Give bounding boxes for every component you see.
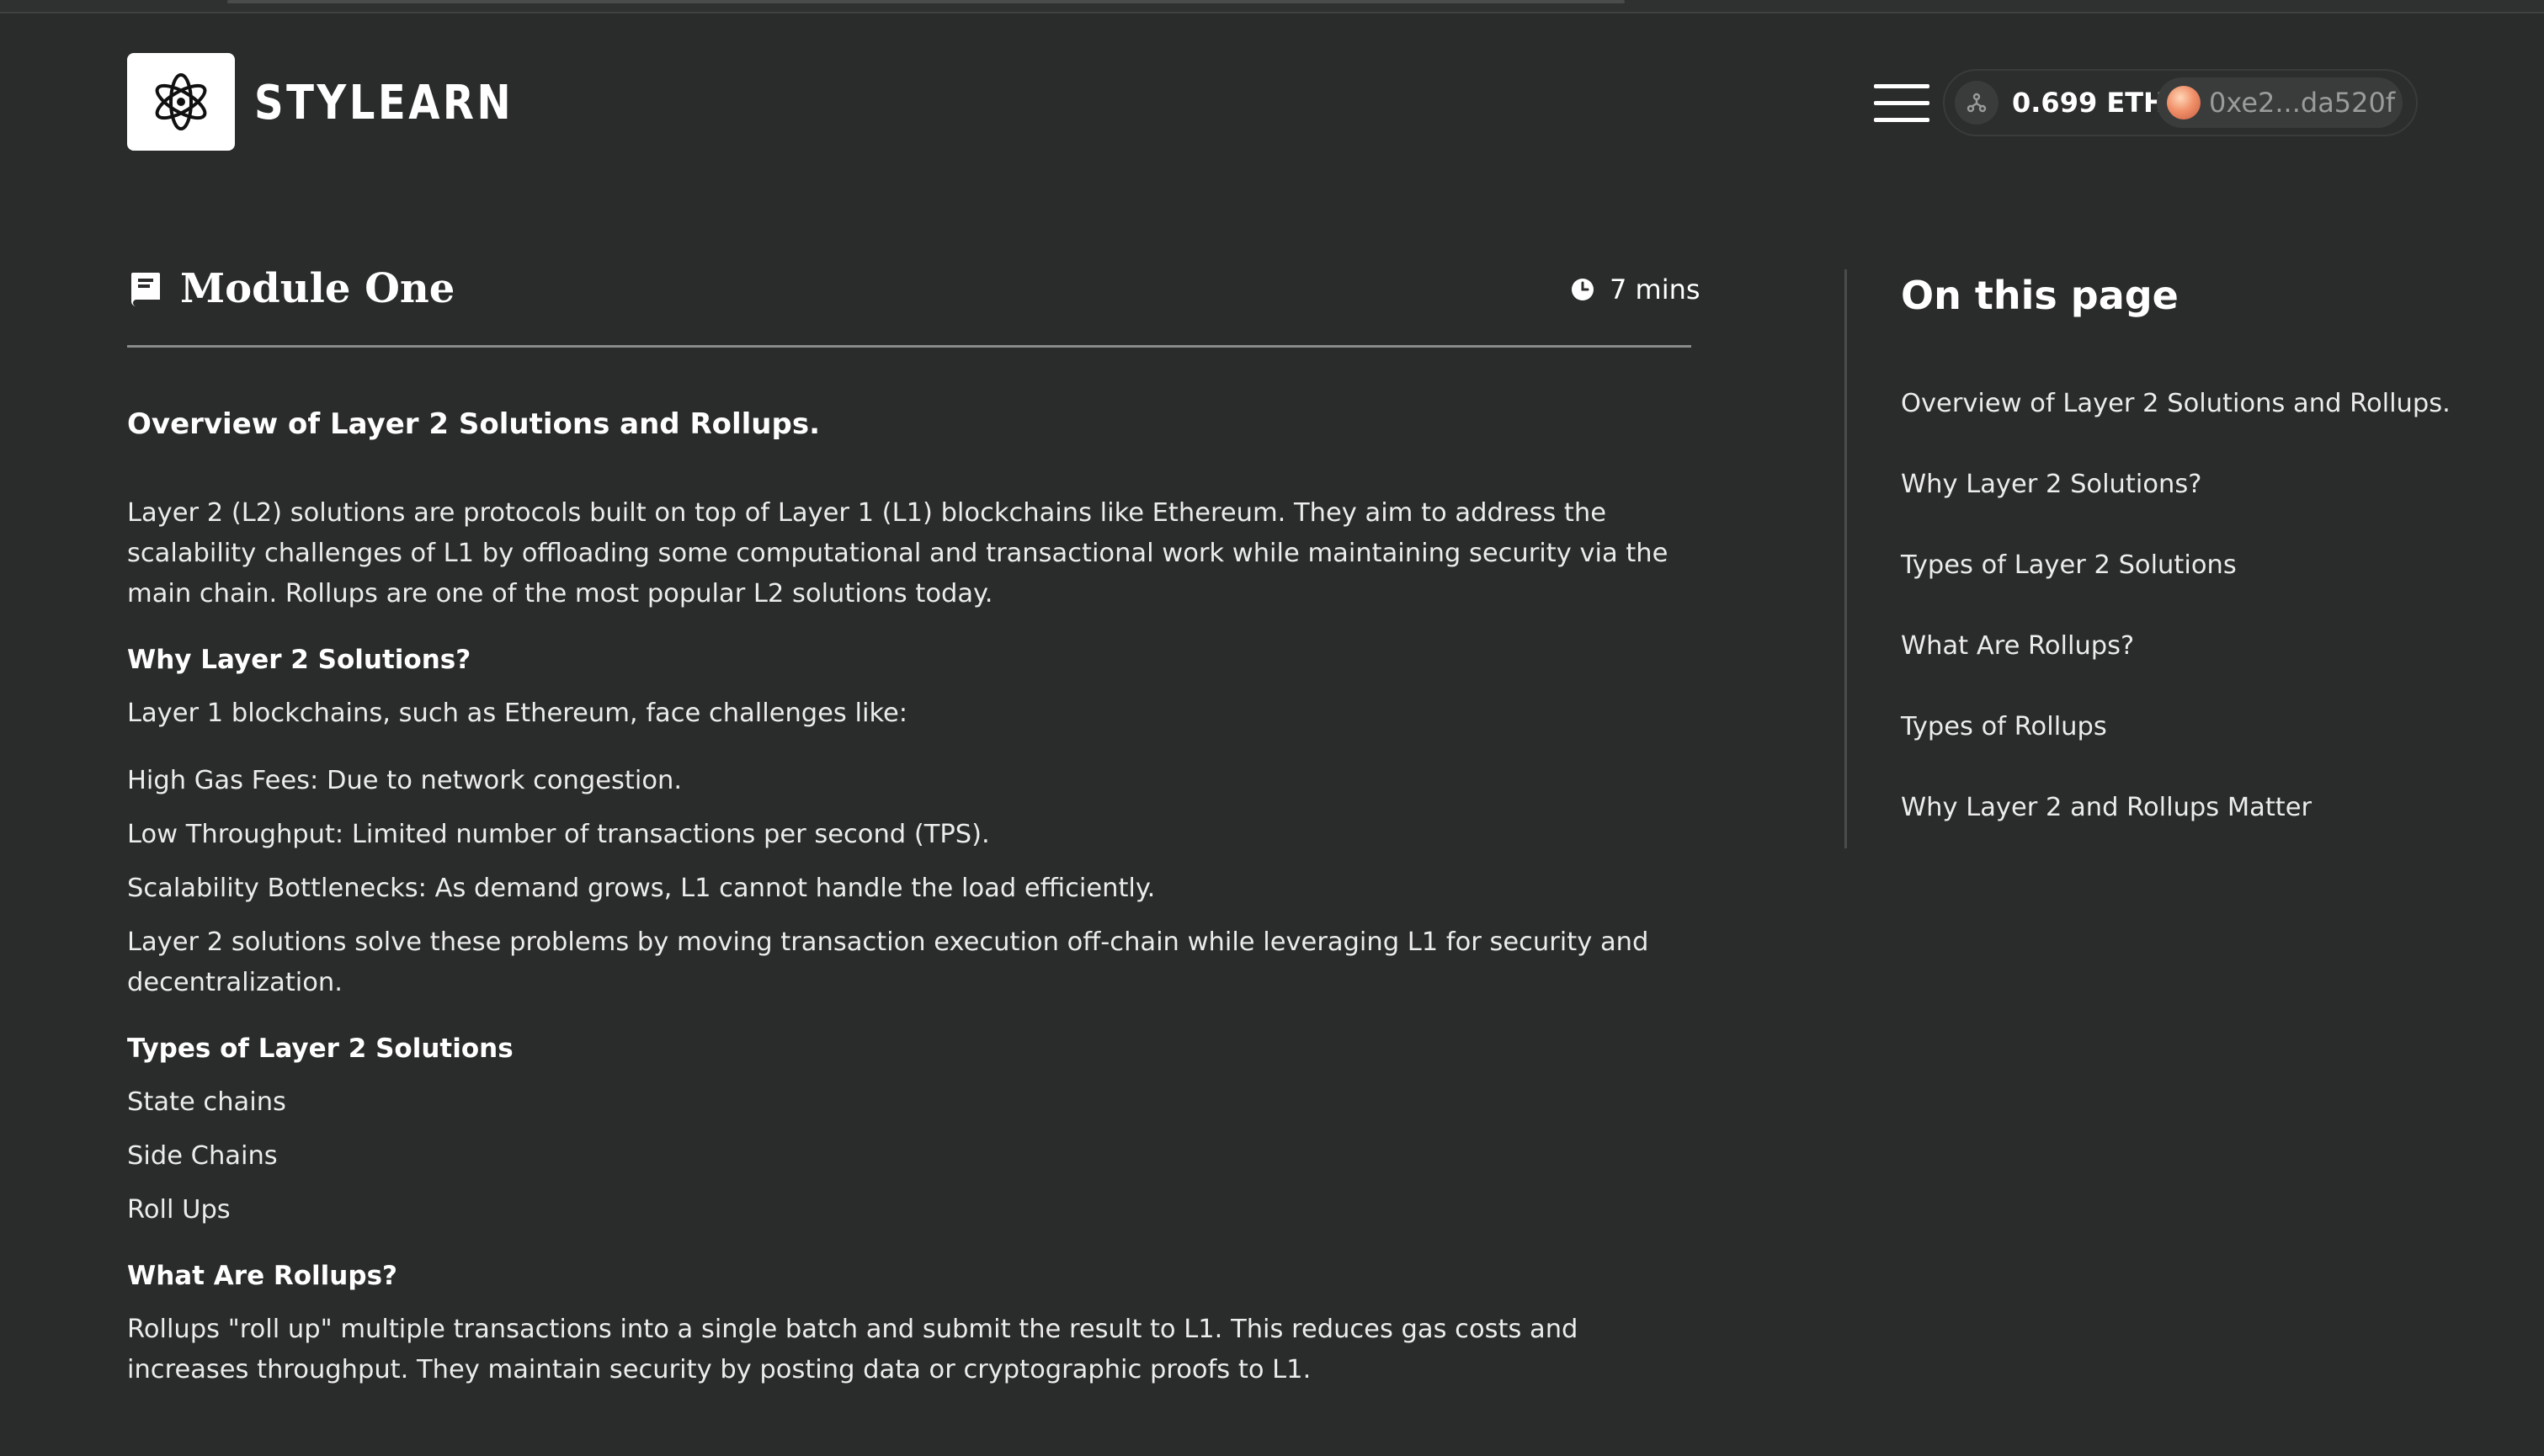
avatar [2167, 86, 2201, 120]
challenge-item: Scalability Bottlenecks: As demand grows… [127, 874, 1156, 903]
toc-item-what-are-rollups[interactable]: What Are Rollups? [1901, 626, 2134, 667]
clock-icon [1572, 279, 1594, 300]
menu-icon-bar [1874, 101, 1929, 105]
toc-title: On this page [1901, 273, 2179, 318]
brand-name: STYLEARN [254, 76, 514, 130]
menu-icon-bar [1874, 84, 1929, 88]
horizontal-scroll-thumb[interactable] [227, 0, 1625, 3]
logo-icon[interactable] [127, 53, 235, 151]
section-title: Overview of Layer 2 Solutions and Rollup… [127, 407, 821, 441]
module-duration: 7 mins [1610, 274, 1700, 306]
wallet-address[interactable]: 0xe2...da520f [2209, 82, 2395, 123]
toc-item-why-layer-2[interactable]: Why Layer 2 Solutions? [1901, 465, 2201, 505]
toc-item-types-layer-2[interactable]: Types of Layer 2 Solutions [1901, 545, 2237, 586]
intro-paragraph: Layer 2 (L2) solutions are protocols bui… [127, 498, 1669, 608]
menu-button[interactable] [1874, 82, 1929, 125]
type-item: State chains [127, 1087, 286, 1117]
menu-icon-bar [1874, 118, 1929, 122]
challenge-item: High Gas Fees: Due to network congestion… [127, 766, 683, 795]
browser-top-strip [0, 0, 2544, 13]
types-heading: Types of Layer 2 Solutions [127, 1034, 514, 1064]
module-title: Module One [180, 265, 455, 312]
toc-item-types-of-rollups[interactable]: Types of Rollups [1901, 707, 2107, 747]
eth-balance: 0.699 ETH [2012, 87, 2166, 119]
solution-paragraph: Layer 2 solutions solve these problems b… [127, 927, 1649, 997]
toc-item-why-rollups-matter[interactable]: Why Layer 2 and Rollups Matter [1901, 788, 2312, 828]
type-item: Side Chains [127, 1141, 278, 1171]
module-content: Overview of Layer 2 Solutions and Rollup… [127, 402, 1701, 1390]
rollups-paragraph: Rollups "roll up" multiple transactions … [127, 1315, 1578, 1384]
type-item: Roll Ups [127, 1195, 231, 1225]
why-heading: Why Layer 2 Solutions? [127, 645, 471, 675]
eth-icon [1955, 81, 1998, 125]
rollups-heading: What Are Rollups? [127, 1261, 398, 1291]
why-paragraph: Layer 1 blockchains, such as Ethereum, f… [127, 699, 908, 728]
toc-divider [1844, 269, 1847, 848]
title-divider [127, 345, 1691, 348]
network-nodes-icon [1967, 93, 1987, 113]
flower-knot-logo-icon [155, 73, 207, 130]
toc-item-overview[interactable]: Overview of Layer 2 Solutions and Rollup… [1901, 384, 2451, 424]
book-icon [131, 273, 160, 306]
challenge-item: Low Throughput: Limited number of transa… [127, 820, 990, 849]
